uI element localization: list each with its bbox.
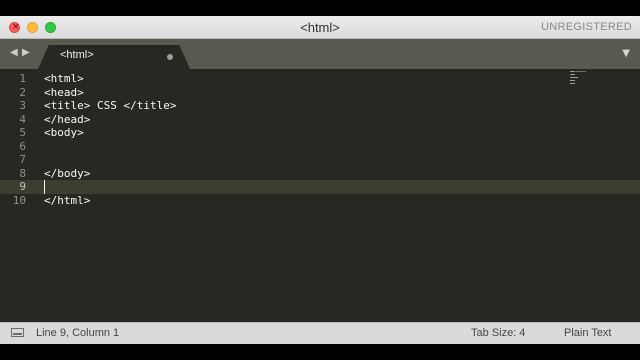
line-text: </head> — [44, 112, 91, 126]
tab-html[interactable]: <html> — [38, 45, 190, 69]
line-number: 3 — [19, 99, 26, 112]
code-line[interactable]: 3 <title> CSS </title> — [0, 99, 640, 113]
cursor-position: Line 9, Column 1 — [36, 327, 120, 339]
tab-bar: ◀ ▶ <html> ▼ — [0, 39, 640, 69]
panel-toggle-icon[interactable] — [11, 328, 24, 337]
tab-size-selector[interactable]: Tab Size: 4 — [471, 327, 525, 339]
line-text: <html> — [44, 72, 84, 85]
status-bar: Line 9, Column 1 Tab Size: 4 Plain Text — [0, 322, 640, 344]
line-number: 7 — [19, 153, 26, 166]
tab-label: <html> — [60, 49, 94, 61]
line-text: <head> — [44, 85, 84, 99]
editor-window: × <html> UNREGISTERED ◀ ▶ <html> ▼ 1 <htm… — [0, 16, 640, 344]
code-line[interactable]: 8 </body> — [0, 167, 640, 181]
line-number: 1 — [19, 72, 26, 85]
line-number: 4 — [19, 112, 26, 126]
next-tab-icon[interactable]: ▶ — [22, 47, 30, 58]
line-number: 10 — [12, 193, 26, 207]
line-number: 5 — [19, 126, 26, 139]
previous-tab-icon[interactable]: ◀ — [10, 47, 18, 58]
line-text: <body> — [44, 126, 84, 139]
line-number: 2 — [19, 85, 26, 99]
unsaved-dot-icon[interactable] — [167, 54, 173, 60]
code-line[interactable]: 10 </html> — [0, 194, 640, 208]
code-line[interactable]: 4 </head> — [0, 113, 640, 127]
code-line[interactable]: 5 <body> — [0, 126, 640, 140]
code-line[interactable]: 6 — [0, 140, 640, 154]
code-line[interactable]: 9 — [0, 180, 640, 194]
minimap[interactable] — [570, 71, 590, 91]
code-line[interactable]: 7 — [0, 153, 640, 167]
tab-list-dropdown-icon[interactable]: ▼ — [622, 48, 630, 59]
line-text: </html> — [44, 193, 91, 207]
registration-status: UNREGISTERED — [541, 21, 632, 33]
line-text: </body> — [44, 166, 91, 180]
title-bar: × <html> UNREGISTERED — [0, 16, 640, 39]
syntax-selector[interactable]: Plain Text — [564, 327, 612, 339]
line-number: 8 — [19, 166, 26, 180]
code-line[interactable]: 2 <head> — [0, 86, 640, 100]
line-number: 9 — [19, 180, 26, 193]
line-number: 6 — [19, 139, 26, 153]
code-line[interactable]: 1 <html> — [0, 72, 640, 86]
code-editor[interactable]: 1 <html> 2 <head> 3 <title> CSS </title> 4 </he… — [0, 69, 640, 322]
line-text: <title> CSS </title> — [44, 99, 177, 112]
text-cursor — [44, 180, 45, 194]
